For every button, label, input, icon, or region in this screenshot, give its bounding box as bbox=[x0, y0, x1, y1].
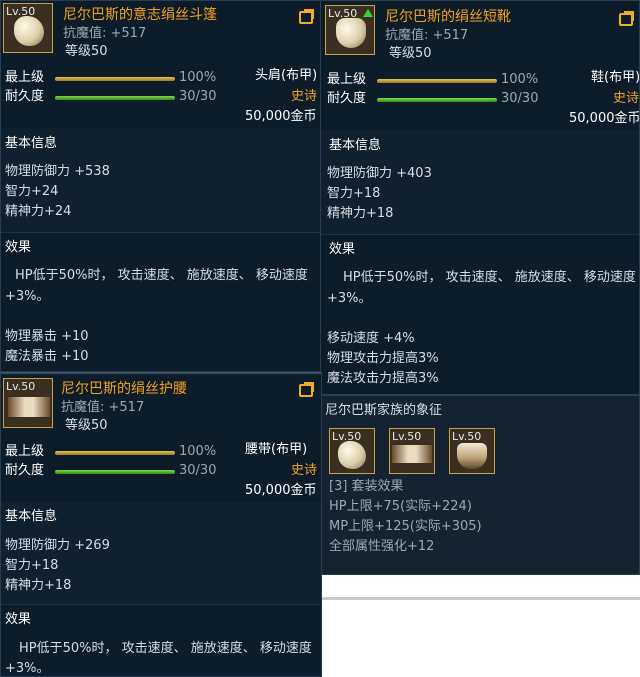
extra-stat: 物理暴击 +10 bbox=[5, 329, 89, 344]
boots-icon bbox=[336, 18, 366, 48]
set-item-icon[interactable]: Lv.50 bbox=[329, 428, 375, 474]
cloak-icon bbox=[338, 441, 366, 469]
stat-line: 智力+18 bbox=[327, 186, 381, 201]
effect-text: HP低于50%时， 攻击速度、 施放速度、 移动速度 bbox=[19, 641, 312, 656]
max-level-label: 最上级 bbox=[5, 444, 45, 459]
stat-line: 智力+24 bbox=[5, 184, 59, 199]
basic-info-heading: 基本信息 bbox=[329, 138, 382, 153]
effect-heading: 效果 bbox=[5, 240, 32, 255]
divider bbox=[1, 232, 321, 233]
share-icon[interactable] bbox=[299, 382, 314, 397]
stat-line: 物理防御力 +538 bbox=[5, 164, 110, 179]
level-requirement: 等级50 bbox=[65, 418, 108, 433]
effect-text: +3%。 bbox=[5, 289, 50, 304]
durability-label: 耐久度 bbox=[5, 89, 45, 104]
item-tooltip-boots: Lv.50 尼尔巴斯的绢丝短靴 抗魔值: +517 等级50 最上级 100% … bbox=[320, 0, 640, 395]
effect-heading: 效果 bbox=[329, 242, 356, 257]
max-level-percent: 100% bbox=[179, 444, 217, 459]
resist-value: 抗魔值: +517 bbox=[61, 400, 145, 415]
durability-label: 耐久度 bbox=[327, 91, 367, 106]
effect-text: HP低于50%时， 攻击速度、 施放速度、 移动速度 bbox=[343, 270, 636, 285]
set-bonus: MP上限+125(实际+305) bbox=[329, 519, 482, 534]
divider bbox=[321, 234, 639, 235]
cloak-icon bbox=[14, 16, 44, 46]
item-rarity: 史诗 bbox=[291, 463, 318, 478]
item-name: 尼尔巴斯的意志绢丝斗篷 bbox=[63, 7, 217, 23]
durability-value: 30/30 bbox=[179, 89, 217, 104]
effect-text: +3%。 bbox=[5, 661, 50, 676]
max-level-percent: 100% bbox=[179, 70, 217, 85]
durability-label: 耐久度 bbox=[5, 463, 45, 478]
item-name: 尼尔巴斯的绢丝护腰 bbox=[61, 381, 187, 397]
extra-stat: 物理攻击力提高3% bbox=[327, 351, 439, 366]
item-rarity: 史诗 bbox=[613, 91, 640, 106]
set-effect-label: [3] 套装效果 bbox=[329, 479, 404, 494]
extra-stat: 移动速度 +4% bbox=[327, 331, 415, 346]
divider bbox=[1, 604, 321, 605]
max-level-label: 最上级 bbox=[327, 72, 367, 87]
stat-line: 智力+18 bbox=[5, 558, 59, 573]
durability-bar bbox=[377, 98, 497, 102]
share-icon[interactable] bbox=[299, 9, 314, 24]
item-name: 尼尔巴斯的绢丝短靴 bbox=[385, 9, 511, 25]
item-tooltip-cloak: Lv.50 尼尔巴斯的意志绢丝斗篷 抗魔值: +517 等级50 最上级 100… bbox=[0, 0, 322, 372]
set-item-icon[interactable]: Lv.50 bbox=[389, 428, 435, 474]
share-icon[interactable] bbox=[619, 11, 634, 26]
max-level-label: 最上级 bbox=[5, 70, 45, 85]
scrollbar-track bbox=[322, 597, 640, 600]
item-tooltip-belt: Lv.50 尼尔巴斯的绢丝护腰 抗魔值: +517 等级50 最上级 100% … bbox=[0, 372, 322, 677]
level-requirement: 等级50 bbox=[65, 44, 108, 59]
stat-line: 精神力+18 bbox=[5, 578, 72, 593]
item-price: 50,000金币 bbox=[245, 483, 317, 498]
set-bonus: HP上限+75(实际+224) bbox=[329, 499, 472, 514]
effect-text: HP低于50%时， 攻击速度、 施放速度、 移动速度 bbox=[15, 268, 308, 283]
belt-icon bbox=[8, 397, 50, 417]
item-level-badge: Lv.50 bbox=[392, 430, 422, 443]
belt-item-icon[interactable]: Lv.50 bbox=[3, 378, 53, 428]
upgrade-arrow-icon bbox=[363, 9, 373, 17]
item-level-badge: Lv.50 bbox=[6, 380, 36, 393]
resist-value: 抗魔值: +517 bbox=[385, 28, 469, 43]
max-level-bar bbox=[55, 77, 175, 81]
set-title: 尼尔巴斯家族的象征 bbox=[325, 403, 443, 418]
boots-icon bbox=[457, 443, 487, 469]
stat-line: 物理防御力 +403 bbox=[327, 166, 432, 181]
stat-line: 物理防御力 +269 bbox=[5, 538, 110, 553]
durability-bar bbox=[55, 470, 175, 474]
extra-stat: 魔法暴击 +10 bbox=[5, 349, 89, 364]
extra-stat: 魔法攻击力提高3% bbox=[327, 371, 439, 386]
item-price: 50,000金币 bbox=[569, 111, 640, 126]
effect-heading: 效果 bbox=[5, 612, 32, 627]
stat-line: 精神力+18 bbox=[327, 206, 394, 221]
level-requirement: 等级50 bbox=[389, 46, 432, 61]
durability-bar bbox=[55, 96, 175, 100]
basic-info-heading: 基本信息 bbox=[5, 136, 58, 151]
max-level-percent: 100% bbox=[501, 72, 539, 87]
stat-line: 精神力+24 bbox=[5, 204, 72, 219]
resist-value: 抗魔值: +517 bbox=[63, 26, 147, 41]
item-rarity: 史诗 bbox=[291, 89, 318, 104]
set-bonus: 全部属性强化+12 bbox=[329, 539, 435, 554]
belt-icon bbox=[392, 445, 432, 463]
durability-value: 30/30 bbox=[501, 91, 539, 106]
item-slot: 腰带(布甲) bbox=[245, 442, 308, 457]
basic-info-heading: 基本信息 bbox=[5, 509, 58, 524]
durability-value: 30/30 bbox=[179, 463, 217, 478]
set-info-panel: 尼尔巴斯家族的象征 Lv.50 Lv.50 Lv.50 [3] 套装效果 HP上… bbox=[320, 395, 640, 575]
item-slot: 头肩(布甲) bbox=[255, 68, 318, 83]
set-item-icon[interactable]: Lv.50 bbox=[449, 428, 495, 474]
max-level-bar bbox=[377, 79, 497, 83]
item-price: 50,000金币 bbox=[245, 109, 317, 124]
max-level-bar bbox=[55, 451, 175, 455]
cloak-item-icon[interactable]: Lv.50 bbox=[3, 3, 53, 53]
effect-text: +3%。 bbox=[327, 291, 372, 306]
item-slot: 鞋(布甲) bbox=[591, 70, 640, 85]
item-level-badge: Lv.50 bbox=[452, 430, 482, 443]
